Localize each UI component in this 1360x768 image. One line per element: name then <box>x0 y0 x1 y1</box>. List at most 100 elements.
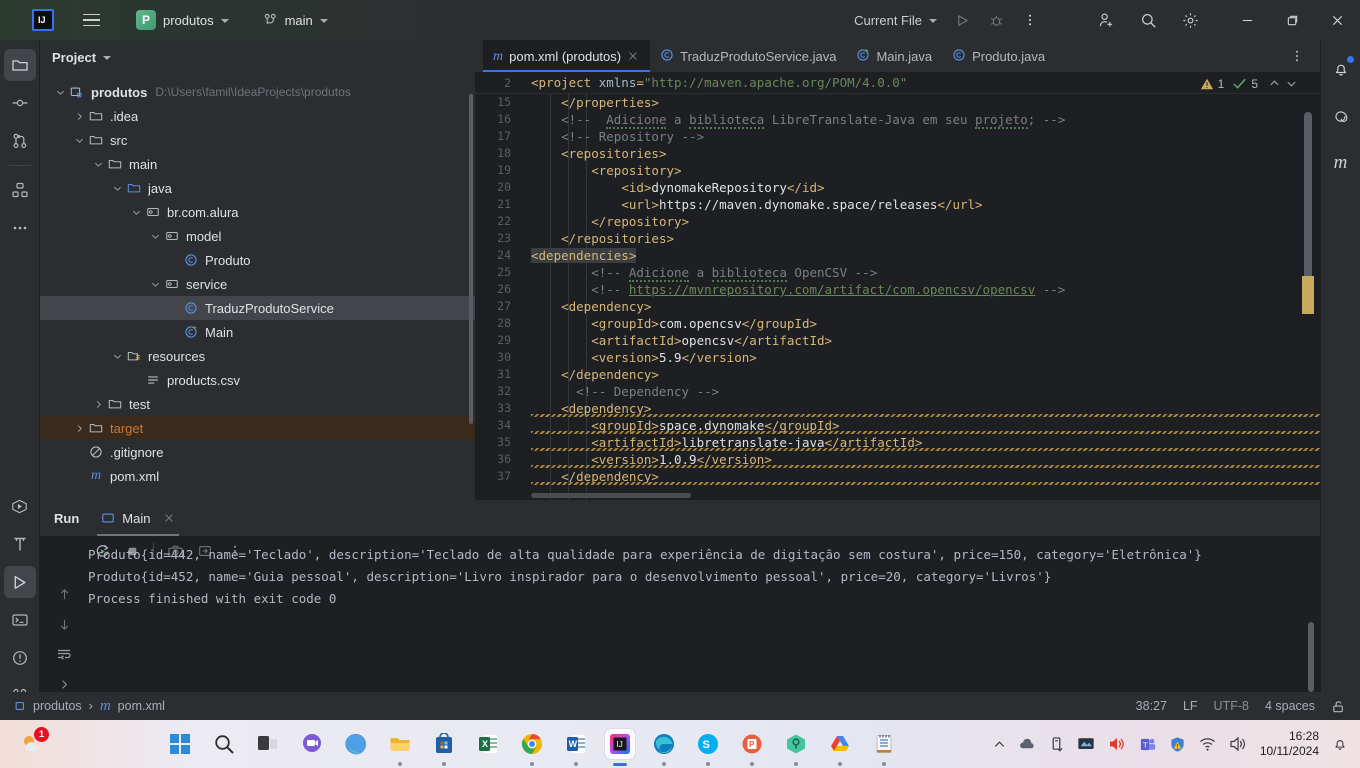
inspection-widget[interactable]: 1 5 <box>1200 76 1298 91</box>
share-project-button[interactable] <box>1089 3 1123 37</box>
code-line-29[interactable]: 29 <artifactId>opencsv</artifactId> <box>475 332 1320 349</box>
chevron-up-icon[interactable] <box>1268 77 1281 90</box>
tree-item-br-com-alura[interactable]: br.com.alura <box>40 200 475 224</box>
volume-icon[interactable] <box>1229 736 1247 752</box>
usb-icon[interactable] <box>1049 736 1064 753</box>
taskbar-search-taskbar[interactable] <box>209 729 239 759</box>
sidebar-item-commit[interactable] <box>4 87 36 119</box>
taskbar-file-explorer[interactable] <box>385 729 415 766</box>
tree-twisty[interactable] <box>71 132 87 148</box>
chevron-down-icon[interactable] <box>103 56 112 60</box>
taskbar-notepad[interactable] <box>869 729 899 766</box>
maximize-button[interactable] <box>1270 0 1315 40</box>
tree-twisty[interactable] <box>166 300 182 316</box>
project-selector[interactable]: P produtos <box>130 7 235 33</box>
tree-item-pom-xml[interactable]: m pom.xml <box>40 464 475 488</box>
code-line-23[interactable]: 23 </repositories> <box>475 230 1320 247</box>
tree-item--idea[interactable]: .idea <box>40 104 475 128</box>
tree-item-service[interactable]: service <box>40 272 475 296</box>
editor-code[interactable]: 15 </properties> 16 <!-- Adicione a bibli… <box>475 94 1320 500</box>
editor-warning-marker[interactable] <box>1302 276 1314 314</box>
cloud-icon[interactable] <box>1019 736 1036 753</box>
code-line-20[interactable]: 20 <id>dynomakeRepository</id> <box>475 179 1320 196</box>
code-line-28[interactable]: 28 <groupId>com.opencsv</groupId> <box>475 315 1320 332</box>
sidebar-item-build[interactable] <box>4 528 36 560</box>
tree-twisty[interactable] <box>166 324 182 340</box>
tree-twisty[interactable] <box>109 348 125 364</box>
tree-twisty[interactable] <box>128 372 144 388</box>
editor-horizontal-scrollbar[interactable] <box>531 493 691 498</box>
breadcrumb-file[interactable]: pom.xml <box>118 699 165 713</box>
taskbar-edge[interactable] <box>649 729 679 766</box>
code-line-26[interactable]: 26 <!-- https://mvnrepository.com/artifa… <box>475 281 1320 298</box>
run-tab-main[interactable]: Main <box>97 500 180 536</box>
tree-item-src[interactable]: src <box>40 128 475 152</box>
sidebar-item-maven[interactable]: m <box>1325 147 1357 179</box>
sidebar-item-problems[interactable] <box>4 642 36 674</box>
editor-tab-main-java[interactable]: Main.java <box>846 40 942 72</box>
run-button[interactable] <box>945 3 979 37</box>
weather-widget[interactable]: 1 <box>18 727 49 758</box>
tree-item-traduzprodutoservice[interactable]: TraduzProdutoService <box>40 296 475 320</box>
monitor-icon[interactable] <box>1077 736 1095 753</box>
sidebar-item-project[interactable] <box>3 49 36 81</box>
tree-item-main[interactable]: Main <box>40 320 475 344</box>
scroll-down-button[interactable] <box>50 610 78 638</box>
search-everywhere-button[interactable] <box>1131 3 1165 37</box>
tree-twisty[interactable] <box>71 108 87 124</box>
tree-item-main[interactable]: main <box>40 152 475 176</box>
settings-button[interactable] <box>1173 3 1207 37</box>
tree-twisty[interactable] <box>166 252 182 268</box>
code-line-17[interactable]: 17 <!-- Repository --> <box>475 128 1320 145</box>
code-line-31[interactable]: 31 </dependency> <box>475 366 1320 383</box>
main-menu-icon[interactable] <box>74 3 108 37</box>
code-line-15[interactable]: 15 </properties> <box>475 94 1320 111</box>
tree-item-target[interactable]: target <box>40 416 475 440</box>
chevron-down-icon[interactable] <box>1285 77 1298 90</box>
console-scrollbar[interactable] <box>1308 622 1314 692</box>
code-line-22[interactable]: 22 </repository> <box>475 213 1320 230</box>
run-configuration-selector[interactable]: Current File <box>846 9 945 32</box>
tab-close-icon[interactable] <box>627 50 640 63</box>
sidebar-item-pull-requests[interactable] <box>4 125 36 157</box>
unlocked-icon[interactable] <box>1331 699 1346 714</box>
close-icon[interactable] <box>163 512 175 524</box>
tree-item-resources[interactable]: resources <box>40 344 475 368</box>
tree-twisty[interactable] <box>52 84 68 100</box>
tree-item--gitignore[interactable]: .gitignore <box>40 440 475 464</box>
taskbar-teams-chat[interactable] <box>297 729 327 759</box>
taskbar-copilot[interactable] <box>341 729 371 759</box>
code-line-19[interactable]: 19 <repository> <box>475 162 1320 179</box>
tree-twisty[interactable] <box>109 180 125 196</box>
taskbar-powerpoint[interactable]: P <box>737 729 767 766</box>
editor-tab-traduzprodutoservice-java[interactable]: TraduzProdutoService.java <box>650 40 846 72</box>
scroll-up-button[interactable] <box>50 580 78 608</box>
tree-item-java[interactable]: java <box>40 176 475 200</box>
taskbar-keeper[interactable] <box>781 729 811 766</box>
chevron-up-icon[interactable] <box>993 738 1006 751</box>
taskbar-clock[interactable]: 16:28 10/11/2024 <box>1260 729 1319 759</box>
editor-viewport[interactable]: 15 </properties> 16 <!-- Adicione a bibli… <box>475 94 1320 500</box>
caret-position[interactable]: 38:27 <box>1136 699 1167 713</box>
code-line-32[interactable]: 32 <!-- Dependency --> <box>475 383 1320 400</box>
taskbar-start-button[interactable] <box>165 729 195 759</box>
debug-button[interactable] <box>979 3 1013 37</box>
sidebar-item-run[interactable] <box>3 566 36 598</box>
taskbar-microsoft-store[interactable] <box>429 729 459 766</box>
tree-twisty[interactable] <box>147 228 163 244</box>
project-tree[interactable]: produtos D:\Users\famil\IdeaProjects\prod… <box>40 74 475 500</box>
tree-item-model[interactable]: model <box>40 224 475 248</box>
tree-item-products-csv[interactable]: products.csv <box>40 368 475 392</box>
taskbar-task-view[interactable] <box>253 729 283 759</box>
taskbar-skype[interactable]: S <box>693 729 723 766</box>
code-line-36[interactable]: 36 <version>1.0.9</version> <box>475 451 1320 468</box>
close-button[interactable] <box>1315 0 1360 40</box>
code-line-21[interactable]: 21 <url>https://maven.dynomake.space/rel… <box>475 196 1320 213</box>
tree-twisty[interactable] <box>71 468 87 484</box>
tree-item-produto[interactable]: Produto <box>40 248 475 272</box>
soft-wrap-button[interactable] <box>50 640 78 668</box>
code-line-30[interactable]: 30 <version>5.9</version> <box>475 349 1320 366</box>
editor-tab-produto-java[interactable]: Produto.java <box>942 40 1055 72</box>
wifi-icon[interactable] <box>1199 737 1216 752</box>
tree-item-test[interactable]: test <box>40 392 475 416</box>
